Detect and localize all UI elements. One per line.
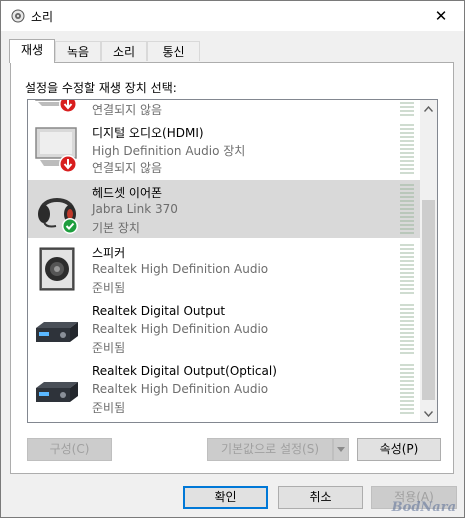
monitor-disconnected-icon [35,127,77,173]
list-item-device[interactable]: 스피커 Realtek High Definition Audio 준비됨 [28,240,420,298]
properties-button[interactable]: 속성(P) [357,438,441,461]
title-bar: 소리 ✕ [1,1,464,31]
set-default-button[interactable]: 기본값으로 설정(S) [207,438,333,461]
ok-button[interactable]: 확인 [183,486,268,509]
device-description: High Definition Audio 장치 [92,144,246,158]
tab-communications[interactable]: 통신 [147,41,200,61]
close-button[interactable]: ✕ [418,1,464,31]
device-description: Realtek High Definition Audio [92,382,269,396]
device-status: 준비됨 [92,341,126,355]
scroll-up-button[interactable] [420,100,437,117]
device-description: Realtek High Definition Audio [92,262,269,276]
device-status: 준비됨 [92,401,126,415]
select-device-prompt: 설정을 수정할 재생 장치 선택: [25,81,177,95]
digital-receiver-icon [36,382,78,402]
scroll-thumb[interactable] [422,200,435,400]
vertical-scrollbar[interactable] [420,100,437,422]
device-status: 연결되지 않음 [92,161,163,175]
list-item-device[interactable]: Realtek Digital Output(Optical) Realtek … [28,360,420,418]
device-status: 연결되지 않음 [92,103,163,117]
volume-meter [400,304,414,354]
watermark: BodNara [391,500,456,515]
scroll-down-button[interactable] [420,405,437,422]
device-description: Jabra Link 370 [92,202,178,216]
list-item-device[interactable]: 디지털 오디오(HDMI) High Definition Audio 장치 연… [28,120,420,178]
set-default-dropdown-button[interactable] [333,438,349,461]
volume-meter [400,244,414,294]
cancel-button[interactable]: 취소 [278,486,363,509]
device-status: 준비됨 [92,281,126,295]
tab-recording[interactable]: 녹음 [55,41,101,61]
volume-meter [400,100,414,116]
chevron-down-icon [337,447,345,452]
chevron-down-icon [424,410,433,417]
headset-default-icon [38,198,78,234]
device-name: 스피커 [92,246,126,260]
device-name: 디지털 오디오(HDMI) [92,126,204,140]
device-list[interactable]: 연결되지 않음 디지털 오디오(HDMI) High Definition Au… [27,99,438,423]
list-item-device-selected[interactable]: 헤드셋 이어폰 Jabra Link 370 기본 장치 [28,180,420,238]
device-name: Realtek Digital Output(Optical) [92,364,277,378]
window-title: 소리 [31,10,54,24]
configure-button[interactable]: 구성(C) [27,438,112,461]
monitor-disconnected-icon [35,100,77,113]
volume-meter [400,364,414,414]
tab-playback[interactable]: 재생 [9,39,55,63]
device-name: Realtek Digital Output [92,304,226,318]
playback-panel: 설정을 수정할 재생 장치 선택: 연결되지 않음 디지털 오디오(HDMI) … [10,62,454,474]
chevron-up-icon [424,105,433,112]
speaker-icon [39,247,75,291]
close-icon: ✕ [434,7,448,25]
list-item-device[interactable]: 연결되지 않음 [28,100,420,120]
list-item-device[interactable]: Realtek Digital Output Realtek High Defi… [28,300,420,358]
device-description: Realtek High Definition Audio [92,322,269,336]
speaker-app-icon [11,9,25,23]
volume-meter [400,184,414,234]
device-status: 기본 장치 [92,221,140,235]
volume-meter [400,124,414,174]
tab-sounds[interactable]: 소리 [101,41,147,61]
device-name: 헤드셋 이어폰 [92,186,163,200]
sound-dialog: 소리 ✕ 재생 녹음 소리 통신 설정을 수정할 재생 장치 선택: 연결되지 … [0,0,465,518]
digital-receiver-icon [36,322,78,342]
